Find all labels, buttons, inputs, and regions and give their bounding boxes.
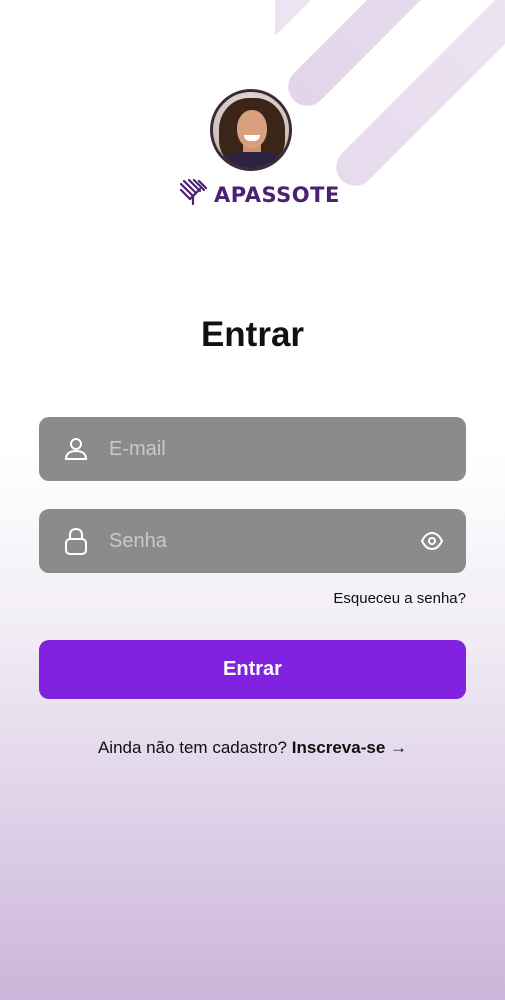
avatar-face	[237, 110, 267, 148]
email-input[interactable]	[109, 437, 399, 461]
signup-link-label[interactable]: Inscreva-se	[292, 738, 386, 757]
password-field[interactable]	[39, 509, 466, 573]
decorative-stripes	[275, 0, 505, 200]
forgot-password-link[interactable]: Esqueceu a senha?	[333, 590, 466, 607]
arrow-right-icon: →	[390, 738, 408, 757]
signup-link[interactable]: Inscreva-se →	[292, 738, 407, 757]
email-field[interactable]	[39, 417, 466, 481]
password-input[interactable]	[109, 529, 399, 553]
user-icon	[61, 434, 91, 464]
brand-logo: APASSOTE	[178, 178, 340, 211]
eye-icon[interactable]	[420, 531, 444, 551]
avatar	[210, 89, 292, 171]
striped-leaf-icon	[178, 178, 208, 211]
lock-icon	[61, 526, 91, 556]
signup-prompt: Ainda não tem cadastro? Inscreva-se →	[0, 738, 505, 758]
page-title: Entrar	[200, 315, 305, 354]
brand-name: APASSOTE	[214, 182, 340, 207]
signup-prompt-text: Ainda não tem cadastro?	[97, 738, 287, 757]
login-button[interactable]: Entrar	[39, 640, 466, 699]
